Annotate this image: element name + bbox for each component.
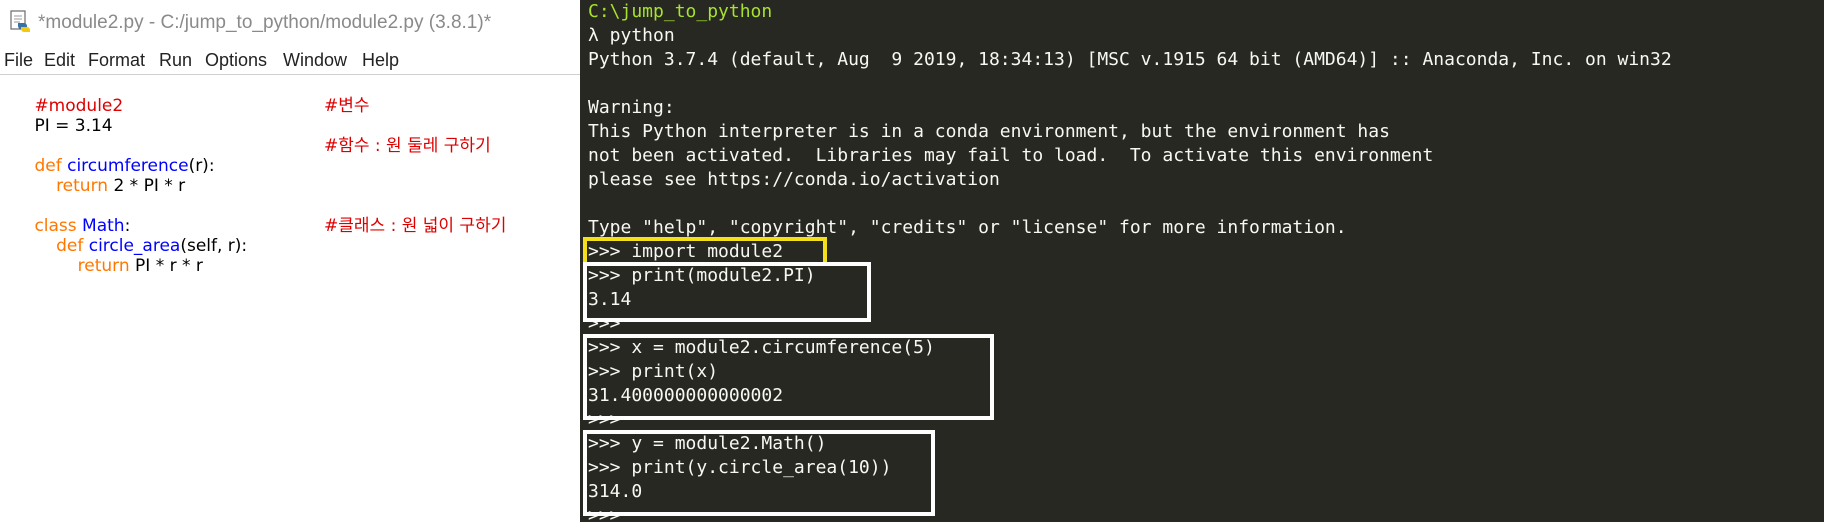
console-line: 314.0	[588, 481, 643, 502]
menu-format[interactable]: Format	[88, 50, 145, 71]
console-line: >>> print(y.circle_area(10))	[588, 457, 892, 478]
console-line: λ python	[588, 25, 675, 46]
menu-window[interactable]: Window	[283, 50, 347, 71]
code-line: class Math:	[2, 196, 578, 236]
console-line: >>> x = module2.circumference(5)	[588, 337, 935, 358]
code-comment: #클래스 : 원 넓이 구하기	[324, 216, 507, 236]
python-file-icon	[10, 10, 30, 32]
console-path-line: C:\jump_to_python	[588, 1, 773, 22]
console-line: >>>	[588, 409, 621, 430]
menu-edit[interactable]: Edit	[44, 50, 75, 71]
menu-bar: File Edit Format Run Options Window Help	[0, 46, 580, 75]
code-keyword: return	[77, 256, 130, 276]
menu-options[interactable]: Options	[205, 50, 267, 71]
code-line: PI = 3.14 #변수	[2, 96, 578, 136]
console-line: Python 3.7.4 (default, Aug 9 2019, 18:34…	[588, 49, 1672, 70]
idle-editor-window: *module2.py - C:/jump_to_python/module2.…	[0, 0, 580, 522]
terminal-console[interactable]: C:\jump_to_python λ python Python 3.7.4 …	[580, 0, 1824, 522]
code-comment: #함수 : 원 둘레 구하기	[324, 136, 491, 156]
console-line: >>> print(module2.PI)	[588, 265, 816, 286]
console-line: >>> y = module2.Math()	[588, 433, 827, 454]
code-line: return PI * r * r	[2, 236, 578, 276]
code-comment: #변수	[324, 96, 370, 116]
console-line: >>> import module2	[588, 241, 784, 262]
code-editor[interactable]: #module2 PI = 3.14 #변수 def circumference…	[2, 76, 578, 276]
code-line: def circle_area(self, r): #클래스 : 원 넓이 구하…	[2, 216, 578, 256]
console-line: not been activated. Libraries may fail t…	[588, 145, 1434, 166]
console-line: please see https://conda.io/activation	[588, 169, 1000, 190]
code-line: #module2	[2, 76, 578, 116]
code-line: return 2 * PI * r	[2, 156, 578, 196]
console-line: >>> print(x)	[588, 361, 719, 382]
console-line: This Python interpreter is in a conda en…	[588, 121, 1390, 142]
code-text: PI * r * r	[129, 256, 203, 276]
code-line: def circumference(r): #함수 : 원 둘레 구하기	[2, 136, 578, 176]
menu-run[interactable]: Run	[159, 50, 192, 71]
console-line: Warning:	[588, 97, 675, 118]
window-title: *module2.py - C:/jump_to_python/module2.…	[38, 12, 492, 33]
console-line: >>>	[588, 313, 621, 334]
console-line: 3.14	[588, 289, 632, 310]
console-line: Type "help", "copyright", "credits" or "…	[588, 217, 1347, 238]
console-line: >>>	[588, 505, 621, 522]
idle-title-bar[interactable]: *module2.py - C:/jump_to_python/module2.…	[0, 0, 580, 46]
menu-help[interactable]: Help	[362, 50, 399, 71]
console-line: 31.400000000000002	[588, 385, 784, 406]
menu-file[interactable]: File	[4, 50, 33, 71]
